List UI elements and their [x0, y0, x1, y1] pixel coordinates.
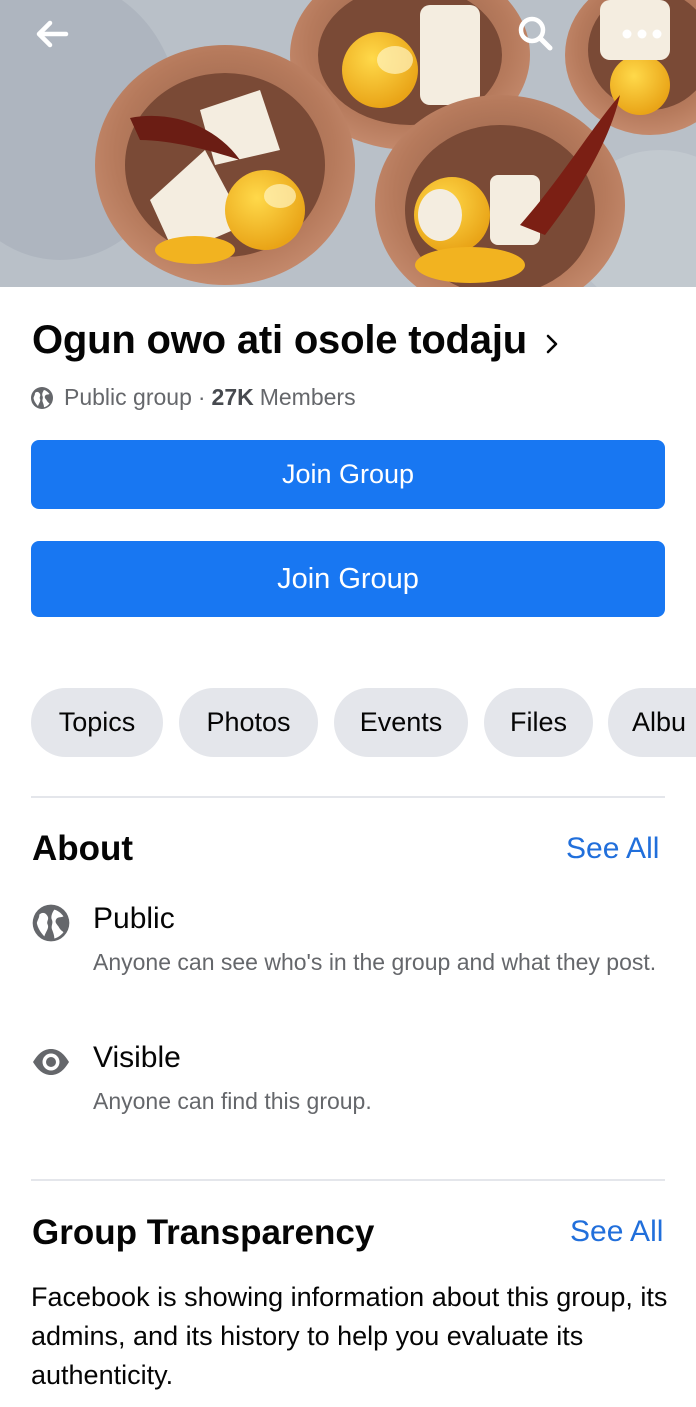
more-dots-icon: [622, 29, 662, 39]
group-meta: Public group · 27K Members: [30, 384, 356, 411]
about-see-all-link[interactable]: See All: [566, 832, 659, 866]
about-public-description: Anyone can see who's in the group and wh…: [93, 949, 657, 975]
back-button[interactable]: [22, 4, 82, 64]
tab-events[interactable]: Events: [334, 688, 468, 757]
join-group-button[interactable]: Join Group: [31, 440, 665, 509]
search-icon: [518, 16, 553, 51]
globe-icon: [30, 902, 72, 944]
member-count: 27K: [211, 384, 254, 410]
tab-albums[interactable]: Albu: [608, 688, 696, 757]
cover-photo-image: [0, 0, 696, 287]
join-group-button-secondary[interactable]: Join Group: [31, 541, 665, 617]
meta-separator: ·: [197, 384, 206, 410]
about-visible-title: Visible: [93, 1041, 181, 1074]
about-public-title: Public: [93, 902, 175, 935]
divider: [31, 796, 665, 798]
group-title-row[interactable]: Ogun owo ati osole todaju: [32, 318, 559, 363]
tab-photos[interactable]: Photos: [179, 688, 318, 757]
search-button[interactable]: [506, 4, 566, 64]
member-label: Members: [259, 384, 356, 410]
chevron-right-icon: [545, 333, 559, 355]
group-name: Ogun owo ati osole todaju: [32, 318, 527, 362]
divider: [31, 1179, 665, 1181]
tab-topics[interactable]: Topics: [31, 688, 163, 757]
globe-icon: [30, 386, 54, 410]
transparency-title: Group Transparency: [32, 1213, 375, 1252]
transparency-see-all-link[interactable]: See All: [570, 1215, 663, 1249]
privacy-label: Public group: [64, 384, 192, 410]
arrow-left-icon: [36, 20, 69, 48]
eye-icon: [30, 1041, 72, 1083]
cover-photo[interactable]: [0, 0, 696, 287]
transparency-description: Facebook is showing information about th…: [31, 1282, 668, 1390]
tab-files[interactable]: Files: [484, 688, 593, 757]
about-title: About: [32, 829, 134, 868]
tab-chips: Topics Photos Events Files Albu: [31, 688, 696, 757]
more-options-button[interactable]: [612, 4, 672, 64]
about-visible-description: Anyone can find this group.: [93, 1088, 372, 1114]
